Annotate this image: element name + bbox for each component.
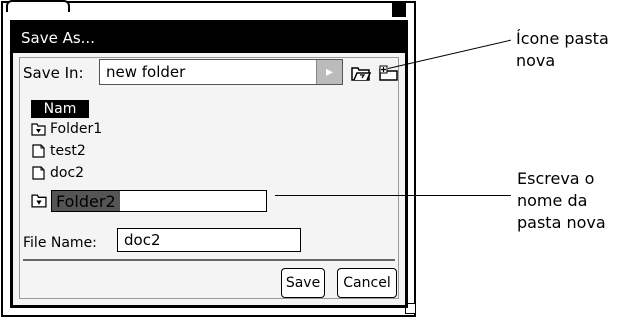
document-icon (32, 144, 45, 158)
list-item-label: test2 (50, 143, 86, 159)
file-name-input[interactable]: doc2 (117, 228, 301, 252)
list-item-label: Folder1 (50, 121, 103, 137)
save-in-dropdown[interactable]: new folder ▸ (99, 59, 343, 85)
open-folder-icon[interactable] (351, 65, 371, 81)
new-folder-row-icon (31, 194, 47, 208)
dropdown-arrow-icon[interactable]: ▸ (316, 60, 342, 84)
callout-new-folder: Ícone pasta nova (516, 29, 609, 70)
document-icon (32, 166, 45, 180)
file-name-label: File Name: (23, 235, 97, 251)
new-folder-name-input[interactable]: Folder2 (51, 190, 267, 212)
dialog-title: Save As... (13, 23, 405, 53)
cancel-button[interactable]: Cancel (337, 268, 397, 298)
background-tab (6, 0, 70, 12)
save-in-value: new folder (106, 63, 186, 81)
callout-rename: Escreva o nome da pasta nova (517, 169, 606, 232)
list-item-label: doc2 (50, 165, 85, 181)
save-in-label: Save In: (23, 64, 84, 82)
name-column-header[interactable]: Nam (31, 100, 89, 118)
save-as-dialog: Save As... Save In: new folder ▸ Nam Fol… (10, 20, 408, 308)
new-folder-name-value: Folder2 (52, 191, 120, 211)
save-button[interactable]: Save (281, 268, 325, 298)
callout-line-rename (275, 195, 511, 196)
folder-icon (31, 123, 46, 136)
background-status-icon (392, 3, 406, 17)
divider (23, 259, 395, 261)
